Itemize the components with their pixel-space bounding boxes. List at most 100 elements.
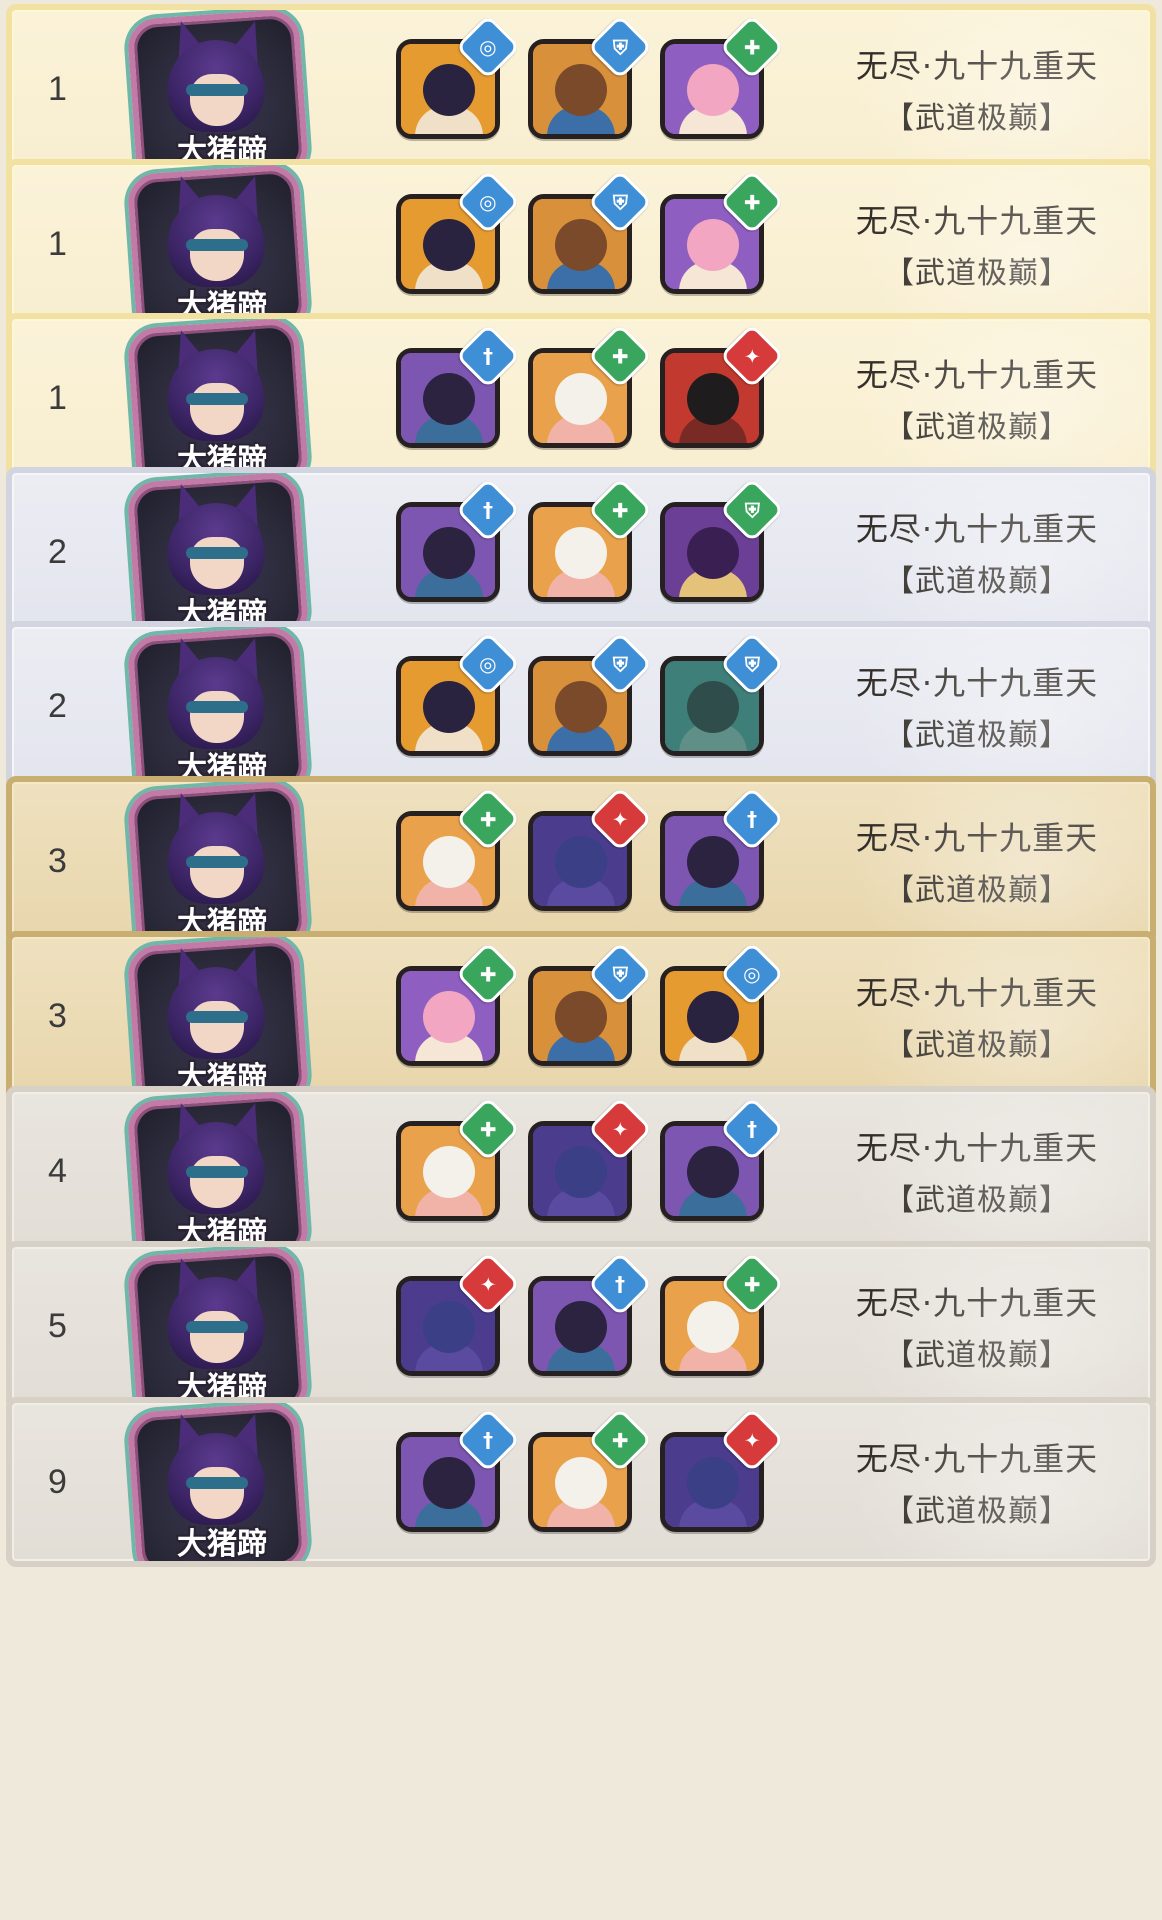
avatar-blindfold xyxy=(186,239,248,251)
badge-glyph: ⛨ xyxy=(744,498,760,522)
hero-card-dark-haired-girl[interactable]: ◎ xyxy=(396,169,521,294)
hero-card-pink-haired-girl[interactable]: ✚ xyxy=(660,169,785,294)
hero-card-white-haired-girl[interactable]: ✚ xyxy=(528,323,653,448)
hero-portrait-head xyxy=(423,836,475,888)
avatar-face xyxy=(190,1311,244,1363)
stage-subtitle: 【武道极巅】 xyxy=(884,256,1070,291)
hero-lineup: † ✚ ✦ xyxy=(396,1403,785,1561)
hero-lineup: ✚ ✦ † xyxy=(396,1092,785,1250)
hero-card-masked-blue-girl[interactable]: † xyxy=(396,1407,521,1532)
hero-card-masked-blue-girl[interactable]: † xyxy=(660,786,785,911)
player-name: 大猪蹄 xyxy=(177,1527,267,1562)
hero-portrait-head xyxy=(555,1146,607,1198)
ranking-row[interactable]: 1 大猪蹄 ◎ ⛨ ✚ 无尽·九十九重天 【武道极巅】 xyxy=(6,159,1156,329)
ranking-row[interactable]: 9 大猪蹄 † ✚ ✦ 无尽·九十九重天 【武道极巅】 xyxy=(6,1397,1156,1567)
player-avatar[interactable]: 大猪蹄 xyxy=(120,1092,320,1250)
hero-card-pink-haired-girl[interactable]: ✚ xyxy=(396,941,521,1066)
player-avatar[interactable]: 大猪蹄 xyxy=(120,165,320,323)
hero-card-masked-blue-girl[interactable]: † xyxy=(528,1251,653,1376)
hero-card-white-haired-girl[interactable]: ✚ xyxy=(660,1251,785,1376)
ranking-row[interactable]: 3 大猪蹄 ✚ ⛨ ◎ 无尽·九十九重天 【武道极巅】 xyxy=(6,931,1156,1101)
hero-lineup: ✚ ⛨ ◎ xyxy=(396,937,785,1095)
hero-card-harp-mage[interactable]: ✦ xyxy=(396,1251,521,1376)
hero-portrait-head xyxy=(423,373,475,425)
avatar-blindfold xyxy=(186,1011,248,1023)
hero-portrait-head xyxy=(423,1146,475,1198)
hero-card-harp-mage[interactable]: ✦ xyxy=(660,1407,785,1532)
hero-portrait-head xyxy=(423,991,475,1043)
hero-card-white-haired-girl[interactable]: ✚ xyxy=(396,786,521,911)
hero-portrait-head xyxy=(555,836,607,888)
hero-card-dark-haired-girl[interactable]: ◎ xyxy=(396,14,521,139)
hero-card-dark-haired-girl[interactable]: ◎ xyxy=(396,631,521,756)
hero-portrait-head xyxy=(555,681,607,733)
stage-title: 无尽·九十九重天 xyxy=(855,1284,1099,1322)
player-avatar[interactable]: 大猪蹄 xyxy=(120,1247,320,1405)
hero-portrait-head xyxy=(555,991,607,1043)
hero-card-pink-haired-girl[interactable]: ✚ xyxy=(660,14,785,139)
hero-portrait-head xyxy=(423,1457,475,1509)
hero-card-masked-blue-girl[interactable]: † xyxy=(396,323,521,448)
ranking-row[interactable]: 2 大猪蹄 † ✚ ⛨ 无尽·九十九重天 【武道极巅】 xyxy=(6,467,1156,637)
hero-portrait-head xyxy=(687,681,739,733)
hero-card-harp-mage[interactable]: ✦ xyxy=(528,1096,653,1221)
rank-number: 2 xyxy=(48,532,67,571)
avatar-blindfold xyxy=(186,856,248,868)
hero-card-toad-warrior[interactable]: ⛨ xyxy=(528,941,653,1066)
hero-card-purple-queen[interactable]: ⛨ xyxy=(660,477,785,602)
hero-card-masked-blue-girl[interactable]: † xyxy=(660,1096,785,1221)
hero-card-black-haired-boy[interactable]: ✦ xyxy=(660,323,785,448)
ranking-row[interactable]: 5 大猪蹄 ✦ † ✚ 无尽·九十九重天 【武道极巅】 xyxy=(6,1241,1156,1411)
stage-title: 无尽·九十九重天 xyxy=(855,47,1099,85)
rank-number: 4 xyxy=(48,1151,67,1190)
avatar-face xyxy=(190,383,244,435)
hero-portrait-head xyxy=(423,1301,475,1353)
badge-glyph: ✚ xyxy=(479,1116,497,1141)
rank-number: 1 xyxy=(48,69,67,108)
ranking-row[interactable]: 4 大猪蹄 ✚ ✦ † 无尽·九十九重天 【武道极巅】 xyxy=(6,1086,1156,1256)
hero-portrait-head xyxy=(687,1301,739,1353)
player-avatar[interactable]: 大猪蹄 xyxy=(120,782,320,940)
badge-glyph: ⛨ xyxy=(612,35,628,59)
player-avatar[interactable]: 大猪蹄 xyxy=(120,473,320,631)
hero-card-white-haired-girl[interactable]: ✚ xyxy=(396,1096,521,1221)
rank-number: 1 xyxy=(48,224,67,263)
hero-portrait-head xyxy=(687,219,739,271)
hero-card-toad-warrior[interactable]: ⛨ xyxy=(528,14,653,139)
hero-card-toad-warrior[interactable]: ⛨ xyxy=(528,631,653,756)
badge-glyph: ⛨ xyxy=(612,190,628,214)
hero-portrait-head xyxy=(687,1146,739,1198)
player-avatar[interactable]: 大猪蹄 xyxy=(120,1403,320,1562)
stage-title: 无尽·九十九重天 xyxy=(855,202,1099,240)
player-avatar[interactable]: 大猪蹄 xyxy=(120,319,320,477)
player-avatar[interactable]: 大猪蹄 xyxy=(120,937,320,1095)
ranking-row[interactable]: 1 大猪蹄 † ✚ ✦ 无尽·九十九重天 【武道极巅】 xyxy=(6,313,1156,483)
badge-glyph: ⛨ xyxy=(612,652,628,676)
badge-glyph: ✚ xyxy=(479,961,497,986)
avatar-blindfold xyxy=(186,701,248,713)
rank-number: 3 xyxy=(48,841,67,880)
hero-card-dark-haired-girl[interactable]: ◎ xyxy=(660,941,785,1066)
hero-portrait-head xyxy=(555,64,607,116)
hero-card-teal-armored-man[interactable]: ⛨ xyxy=(660,631,785,756)
stage-info: 无尽·九十九重天 【武道极巅】 xyxy=(802,1092,1150,1250)
hero-card-white-haired-girl[interactable]: ✚ xyxy=(528,1407,653,1532)
ranking-row[interactable]: 2 大猪蹄 ◎ ⛨ ⛨ 无尽·九十九重天 【武道极巅】 xyxy=(6,621,1156,791)
badge-glyph: ◎ xyxy=(743,961,761,986)
avatar-face xyxy=(190,1467,244,1519)
badge-glyph: † xyxy=(483,344,493,368)
hero-card-toad-warrior[interactable]: ⛨ xyxy=(528,169,653,294)
hero-card-masked-blue-girl[interactable]: † xyxy=(396,477,521,602)
player-avatar[interactable]: 大猪蹄 xyxy=(120,627,320,785)
avatar-face xyxy=(190,1156,244,1208)
avatar-face xyxy=(190,1001,244,1053)
player-avatar[interactable]: 大猪蹄 xyxy=(120,10,320,168)
stage-subtitle: 【武道极巅】 xyxy=(884,1183,1070,1218)
hero-card-white-haired-girl[interactable]: ✚ xyxy=(528,477,653,602)
rank-number: 5 xyxy=(48,1306,67,1345)
hero-card-harp-mage[interactable]: ✦ xyxy=(528,786,653,911)
badge-glyph: ✚ xyxy=(743,189,761,214)
ranking-row[interactable]: 1 大猪蹄 ◎ ⛨ ✚ 无尽·九十九重天 【武道极巅】 xyxy=(6,4,1156,174)
rank-number: 3 xyxy=(48,996,67,1035)
ranking-row[interactable]: 3 大猪蹄 ✚ ✦ † 无尽·九十九重天 【武道极巅】 xyxy=(6,776,1156,946)
